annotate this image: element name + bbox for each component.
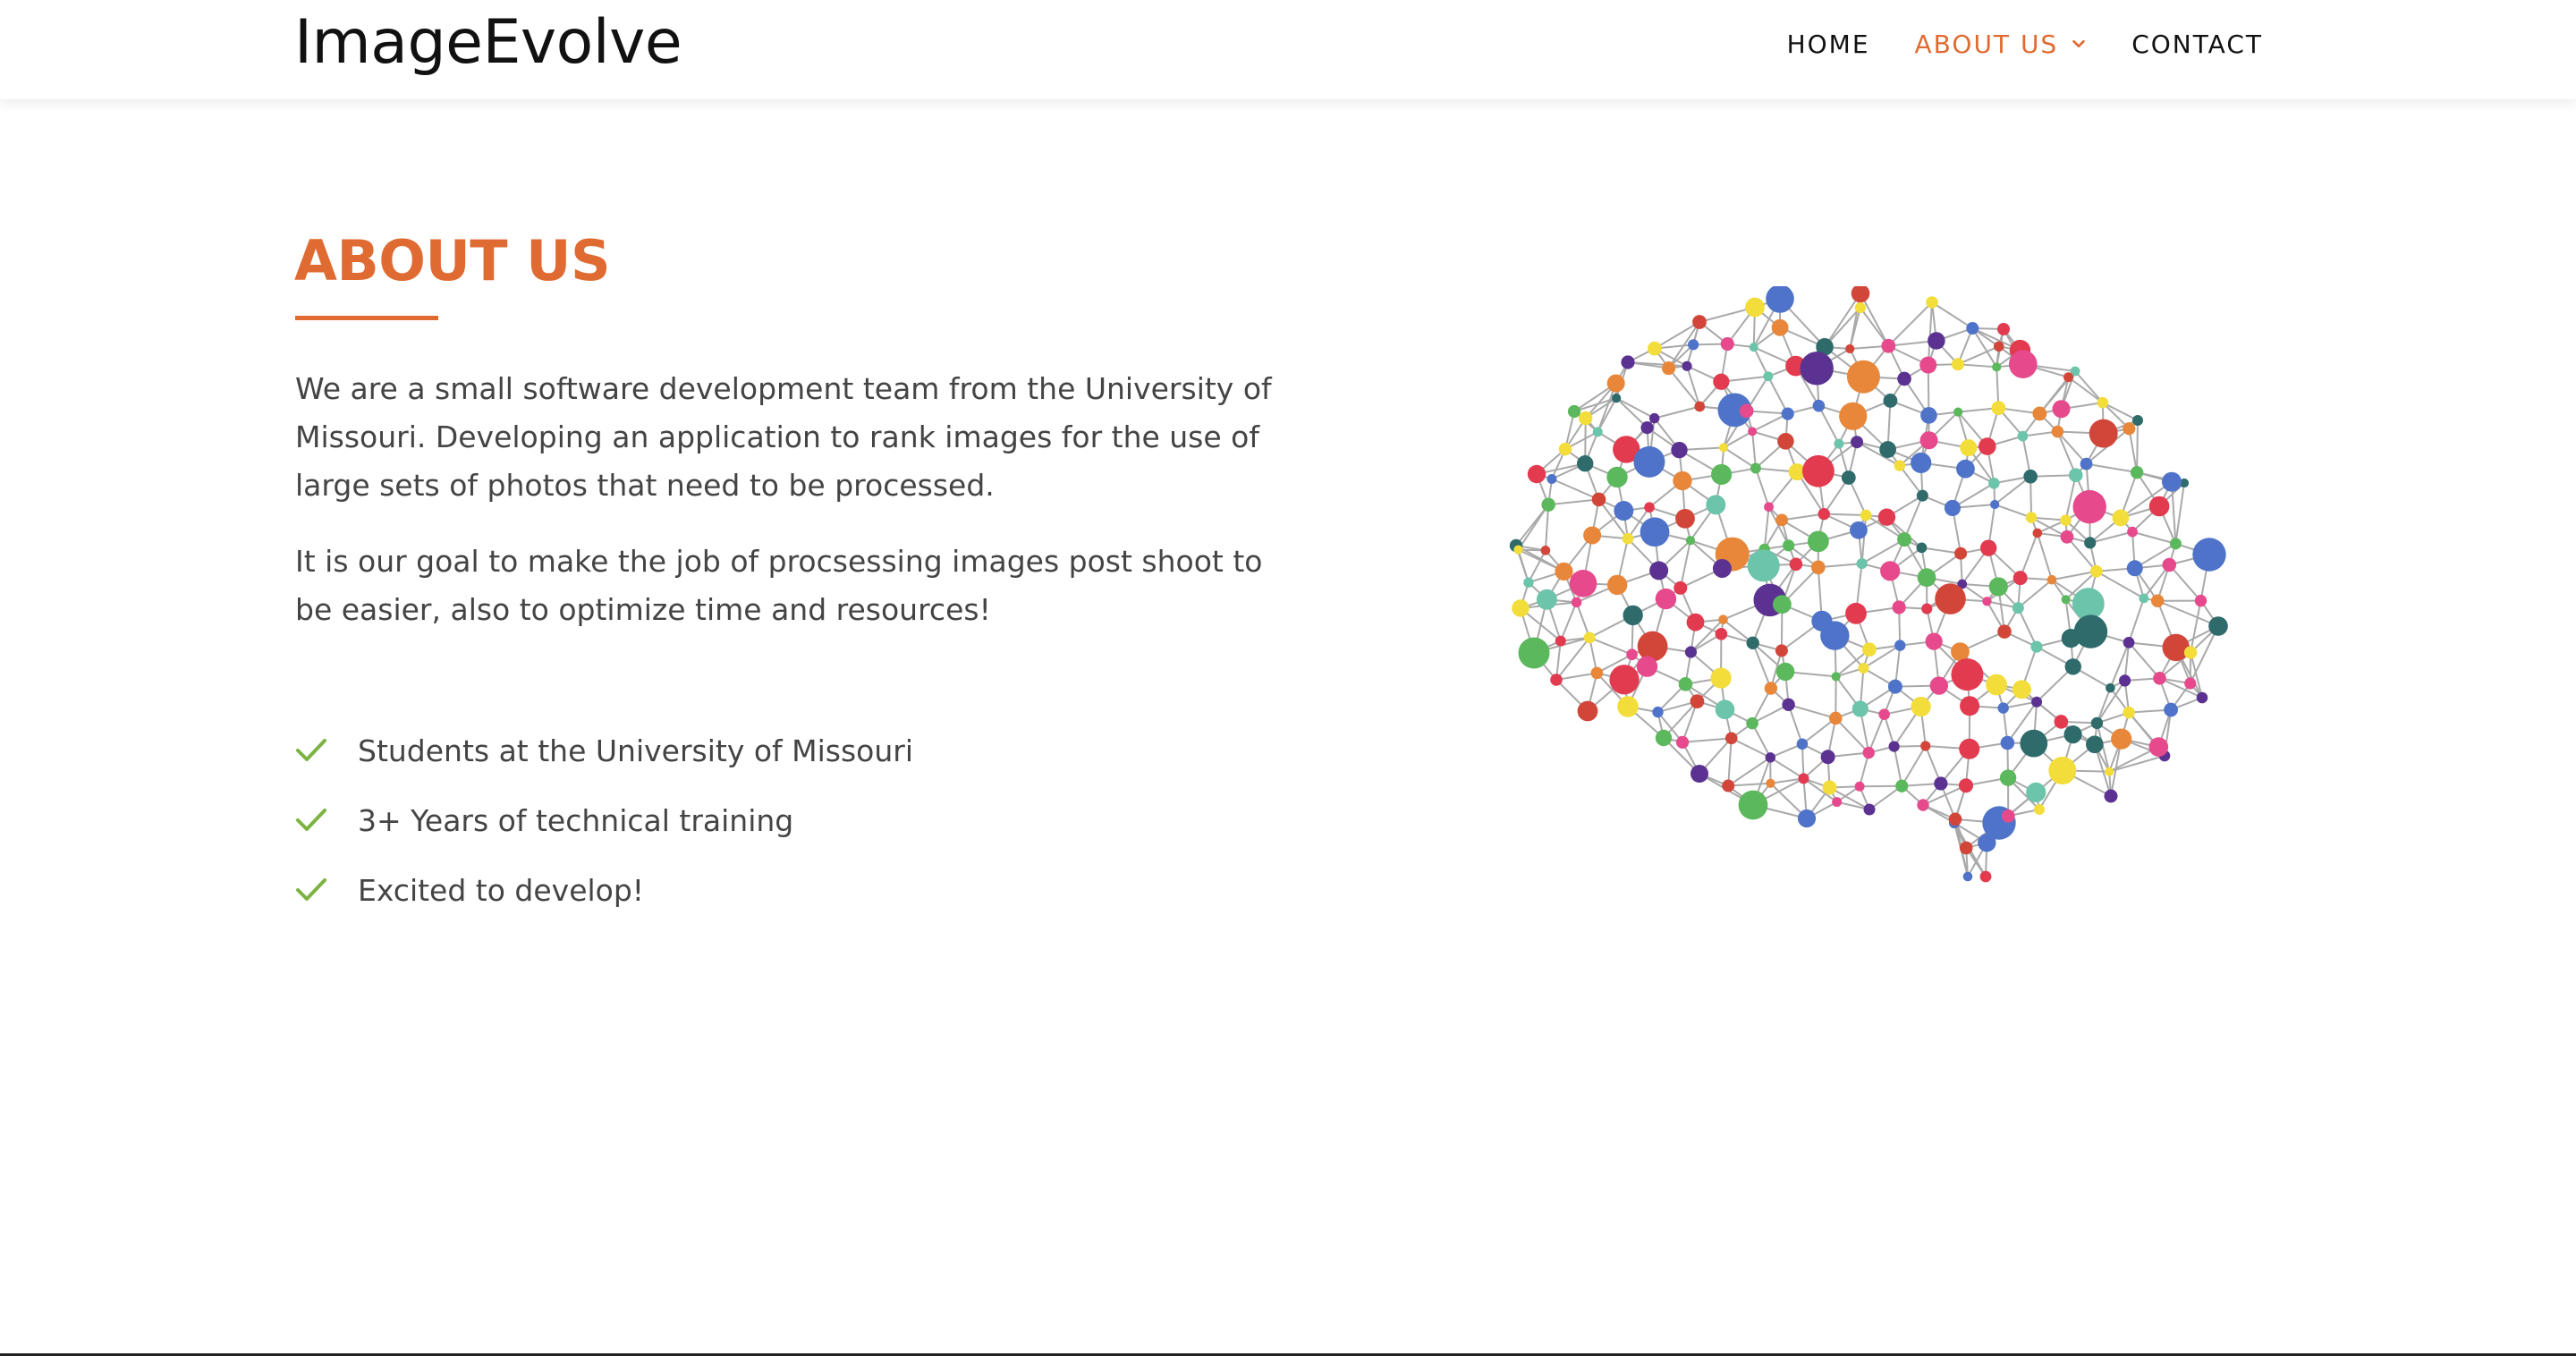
chevron-down-icon [2072, 39, 2085, 48]
feature-list: Students at the University of Missouri 3… [295, 716, 913, 925]
feature-text: 3+ Years of technical training [358, 802, 794, 838]
site-logo[interactable]: ImageEvolve [294, 4, 682, 82]
feature-text: Students at the University of Missouri [358, 733, 914, 768]
about-paragraph-2: It is our goal to make the job of procse… [295, 544, 1263, 627]
title-underline [295, 316, 438, 320]
brain-network-illustration [1509, 286, 2228, 883]
nav-about-us[interactable]: ABOUT US [1915, 30, 2088, 59]
page-title: ABOUT US [294, 228, 611, 293]
checkmark-icon [296, 739, 326, 761]
about-paragraph-1: We are a small software development team… [295, 371, 1272, 503]
checkmark-icon [296, 878, 326, 901]
nav-about-us-label: ABOUT US [1914, 29, 2059, 59]
nav-contact-label: CONTACT [2131, 29, 2263, 59]
list-item: Excited to develop! [295, 855, 913, 925]
nav-home[interactable]: HOME [1787, 30, 1870, 59]
list-item: Students at the University of Missouri [295, 716, 913, 785]
checkmark-icon [296, 809, 326, 831]
site-header: ImageEvolve HOME ABOUT US CONTACT [0, 0, 2576, 99]
nav-contact[interactable]: CONTACT [2131, 30, 2263, 59]
nav-home-label: HOME [1786, 29, 1870, 59]
feature-text: Excited to develop! [358, 872, 645, 908]
list-item: 3+ Years of technical training [295, 785, 913, 855]
main-nav: HOME ABOUT US CONTACT [1742, 25, 2263, 63]
page: ImageEvolve HOME ABOUT US CONTACT ABOUT … [0, 0, 2576, 1356]
